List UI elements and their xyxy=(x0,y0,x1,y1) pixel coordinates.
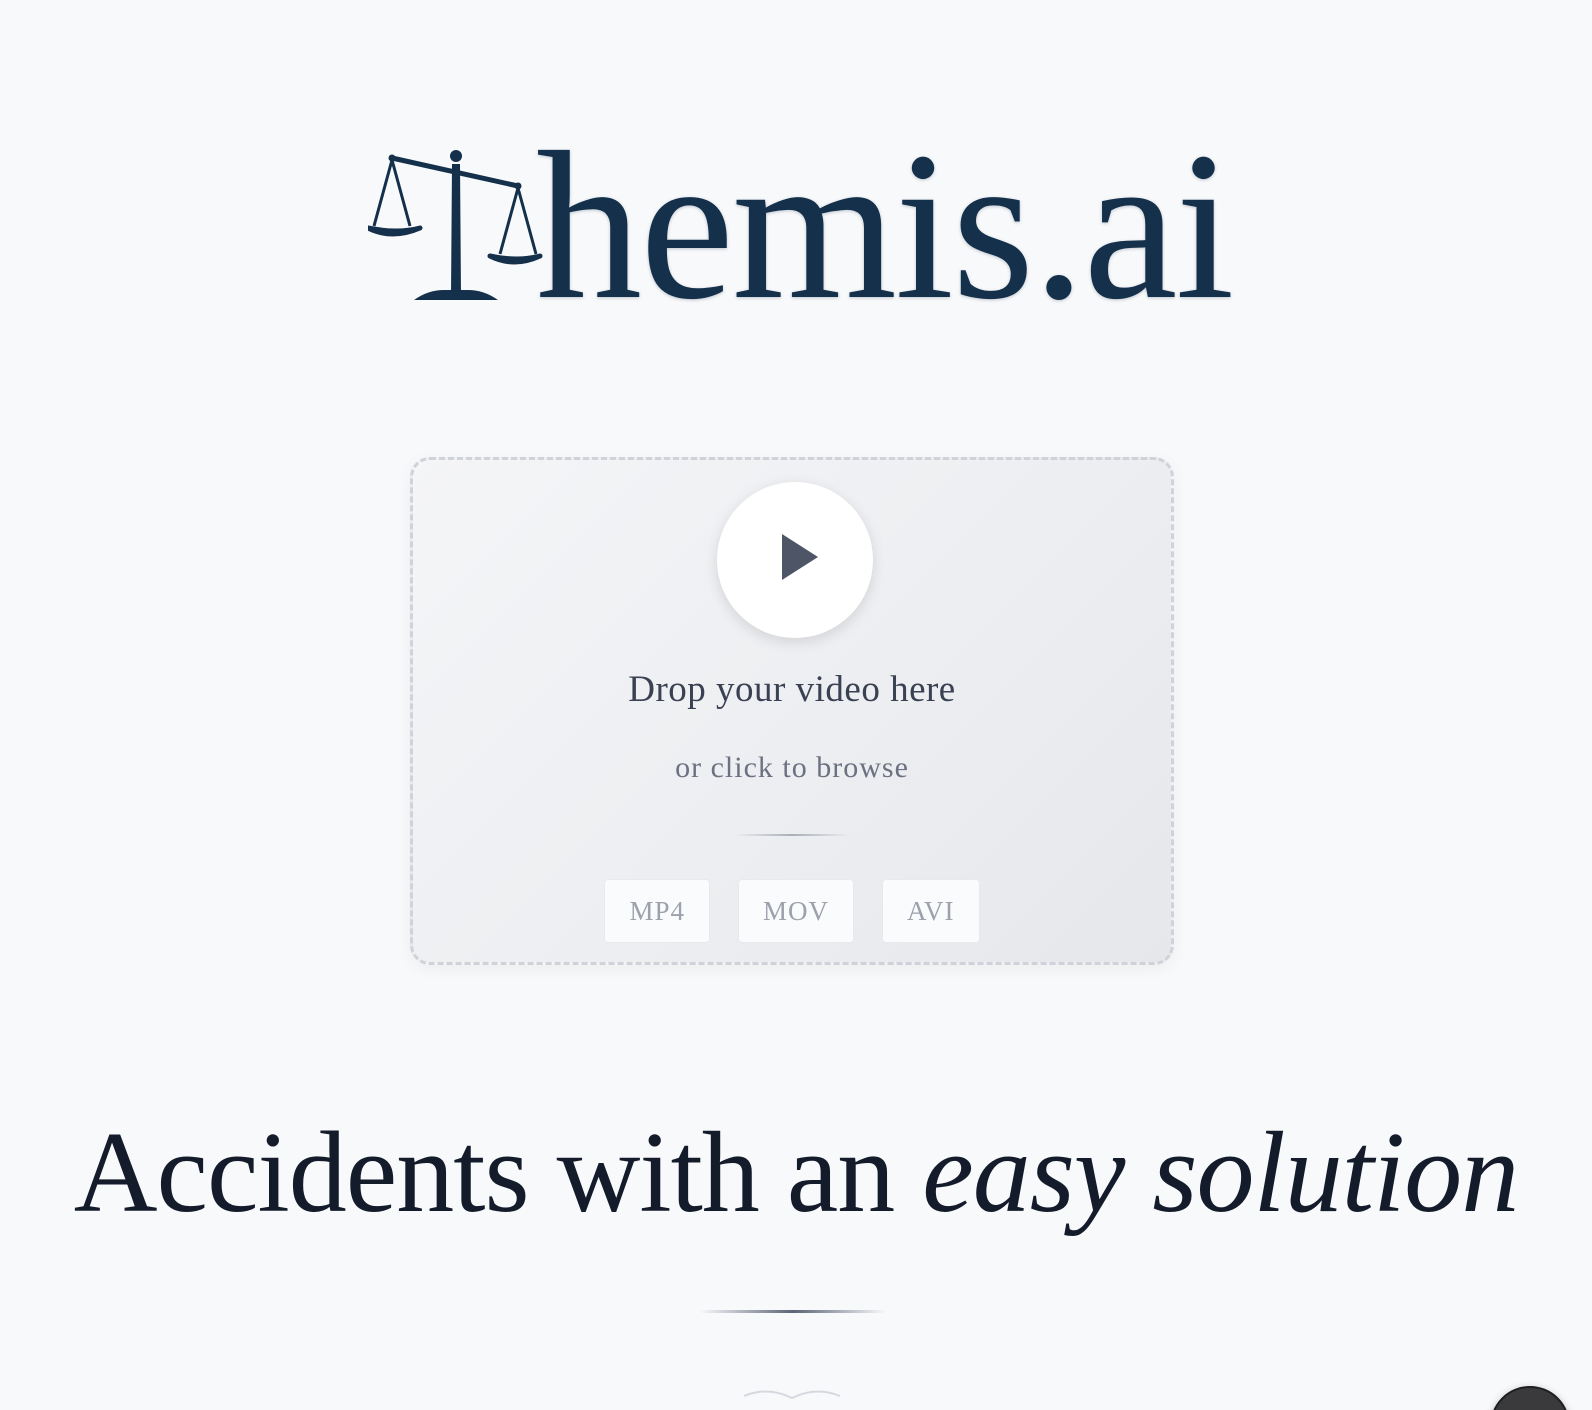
format-badge-mov: MOV xyxy=(738,879,855,943)
play-icon xyxy=(782,534,818,580)
chat-fab-button[interactable] xyxy=(1490,1386,1570,1410)
supported-formats: MP4 MOV AVI xyxy=(413,879,1171,943)
video-dropzone[interactable]: Drop your video here or click to browse … xyxy=(410,457,1174,965)
dropzone-divider xyxy=(735,834,849,836)
scales-of-justice-icon xyxy=(368,150,543,300)
headline-divider xyxy=(700,1310,886,1313)
brand-wordmark: hemis.ai xyxy=(536,108,1234,343)
brand-logo: hemis.ai xyxy=(368,120,1234,332)
format-badge-mp4: MP4 xyxy=(604,879,710,943)
format-badge-avi: AVI xyxy=(882,879,980,943)
dropzone-title: Drop your video here xyxy=(628,669,956,710)
headline-plain: Accidents with an xyxy=(73,1109,923,1237)
headline-emphasis: easy solution xyxy=(922,1109,1519,1237)
scroll-down-icon[interactable] xyxy=(740,1388,844,1404)
browse-link[interactable]: or click to browse xyxy=(413,751,1171,785)
hero-headline: Accidents with an easy solution xyxy=(0,1108,1592,1238)
play-button[interactable] xyxy=(717,482,873,638)
